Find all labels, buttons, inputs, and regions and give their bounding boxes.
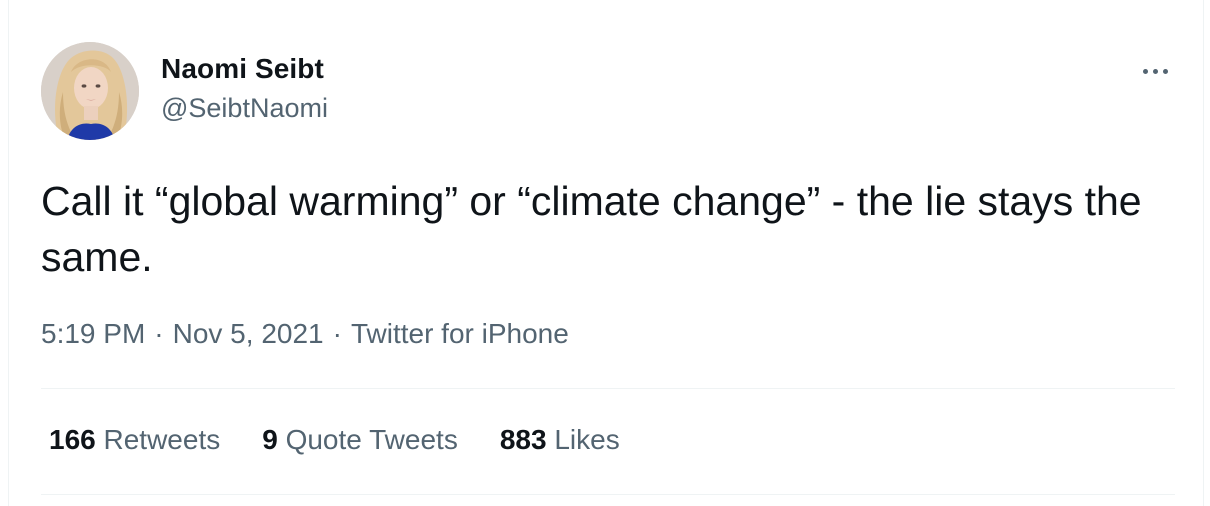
tweet-date[interactable]: Nov 5, 2021 xyxy=(173,318,324,349)
more-dot xyxy=(1152,68,1158,74)
quote-tweets-count: 9 xyxy=(262,424,278,455)
author-name[interactable]: Naomi Seibt xyxy=(161,53,324,85)
author-handle[interactable]: @SeibtNaomi xyxy=(161,93,328,124)
retweets-label: Retweets xyxy=(103,424,221,455)
likes-count: 883 xyxy=(499,424,547,455)
more-horizontal-icon[interactable] xyxy=(1135,56,1175,86)
avatar[interactable] xyxy=(41,42,139,140)
likes-label: Likes xyxy=(554,424,620,455)
tweet-source[interactable]: Twitter for iPhone xyxy=(351,318,569,349)
retweets-count: 166 xyxy=(49,424,96,455)
more-dot xyxy=(1142,68,1148,74)
avatar-photo xyxy=(41,42,139,140)
tweet-time[interactable]: 5:19 PM xyxy=(41,318,145,349)
divider xyxy=(41,388,1175,389)
tweet-text: Call it “global warming” or “climate cha… xyxy=(41,178,1142,280)
retweets-stat[interactable]: 166 Retweets xyxy=(49,424,220,456)
meta-separator: · xyxy=(154,318,164,349)
quote-tweets-stat[interactable]: 9 Quote Tweets xyxy=(262,424,458,456)
divider xyxy=(41,494,1175,495)
quote-tweets-label: Quote Tweets xyxy=(285,424,458,455)
meta-separator: · xyxy=(332,318,342,349)
tweet-metadata: 5:19 PM · Nov 5, 2021 · Twitter for iPhone xyxy=(41,318,569,350)
likes-stat[interactable]: 883 Likes xyxy=(500,424,620,456)
tweet-card: Naomi Seibt @SeibtNaomi Call it “global … xyxy=(8,0,1204,506)
more-dot xyxy=(1162,68,1168,74)
engagement-stats: 166 Retweets 9 Quote Tweets 883 Likes xyxy=(49,424,620,456)
